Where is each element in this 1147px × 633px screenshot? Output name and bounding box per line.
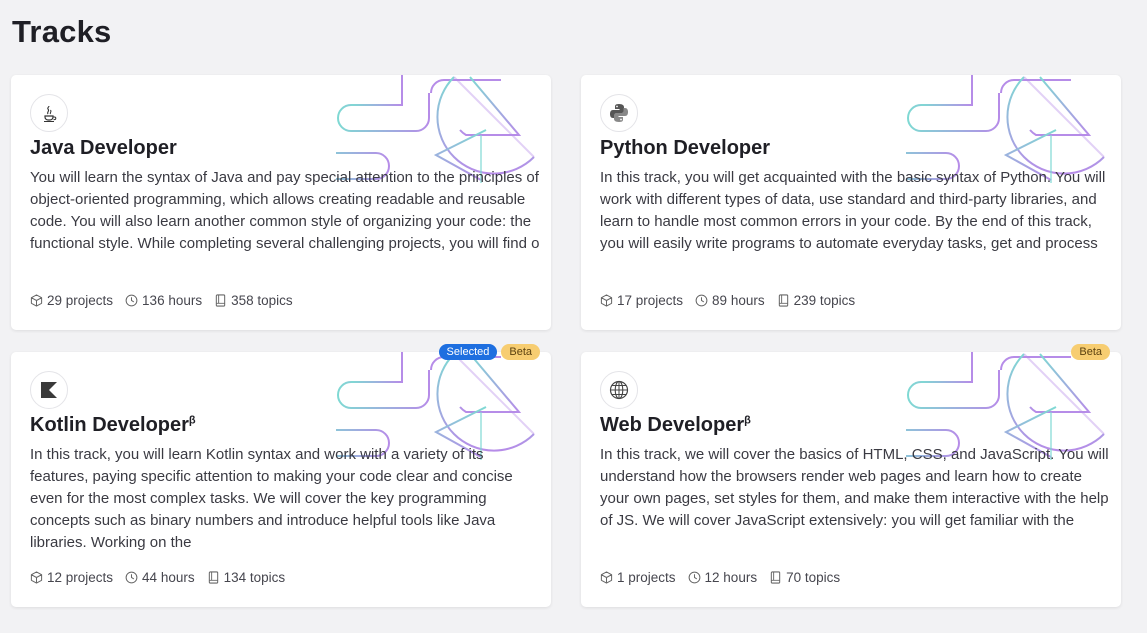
track-stats: 1 projects 12 hours 70 topics bbox=[600, 570, 840, 585]
hours-stat: 89 hours bbox=[695, 293, 765, 308]
beta-mark: β bbox=[744, 414, 751, 427]
track-card-java[interactable]: Java Developer You will learn the syntax… bbox=[11, 75, 551, 330]
globe-icon bbox=[600, 371, 638, 409]
cube-icon bbox=[30, 294, 43, 307]
track-stats: 17 projects 89 hours 239 topics bbox=[600, 293, 855, 308]
track-description: In this track, you will get acquainted w… bbox=[600, 167, 1110, 277]
topics-stat: 358 topics bbox=[214, 293, 293, 308]
track-title[interactable]: Kotlin Developerβ bbox=[30, 414, 196, 437]
beta-badge: Beta bbox=[501, 344, 540, 360]
projects-stat: 12 projects bbox=[30, 570, 113, 585]
page-title: Tracks bbox=[12, 14, 112, 49]
track-card-python[interactable]: Python Developer In this track, you will… bbox=[581, 75, 1121, 330]
java-icon bbox=[30, 94, 68, 132]
track-description: In this track, we will cover the basics … bbox=[600, 444, 1110, 554]
hours-stat: 12 hours bbox=[688, 570, 757, 585]
clock-icon bbox=[695, 294, 708, 307]
book-icon bbox=[215, 294, 226, 307]
track-title[interactable]: Java Developer bbox=[30, 137, 177, 160]
topics-stat: 134 topics bbox=[207, 570, 285, 585]
cube-icon bbox=[600, 294, 613, 307]
track-stats: 12 projects 44 hours 134 topics bbox=[30, 570, 285, 585]
book-icon bbox=[770, 571, 781, 584]
hours-stat: 136 hours bbox=[125, 293, 202, 308]
book-icon bbox=[208, 571, 218, 584]
badge-group: Selected Beta bbox=[438, 344, 540, 360]
python-icon bbox=[600, 94, 638, 132]
track-description: You will learn the syntax of Java and pa… bbox=[30, 167, 540, 277]
book-icon bbox=[778, 294, 788, 307]
track-title[interactable]: Web Developerβ bbox=[600, 414, 751, 437]
track-description: In this track, you will learn Kotlin syn… bbox=[30, 444, 540, 554]
track-card-kotlin[interactable]: Selected Beta Kotlin Developerβ In this … bbox=[11, 344, 551, 607]
selected-badge: Selected bbox=[438, 344, 498, 360]
badge-group: Beta bbox=[1071, 344, 1110, 360]
beta-badge: Beta bbox=[1071, 344, 1110, 360]
topics-stat: 239 topics bbox=[777, 293, 855, 308]
track-title[interactable]: Python Developer bbox=[600, 137, 770, 160]
cube-icon bbox=[30, 571, 43, 584]
hours-stat: 44 hours bbox=[125, 570, 195, 585]
cube-icon bbox=[600, 571, 613, 584]
projects-stat: 17 projects bbox=[600, 293, 683, 308]
track-stats: 29 projects 136 hours 358 topics bbox=[30, 293, 293, 308]
clock-icon bbox=[688, 571, 700, 584]
clock-icon bbox=[125, 571, 138, 584]
projects-stat: 29 projects bbox=[30, 293, 113, 308]
clock-icon bbox=[125, 294, 138, 307]
kotlin-icon bbox=[30, 371, 68, 409]
track-card-web[interactable]: Beta Web Developerβ In this track, we wi… bbox=[581, 344, 1121, 607]
topics-stat: 70 topics bbox=[769, 570, 840, 585]
beta-mark: β bbox=[188, 414, 196, 427]
projects-stat: 1 projects bbox=[600, 570, 676, 585]
